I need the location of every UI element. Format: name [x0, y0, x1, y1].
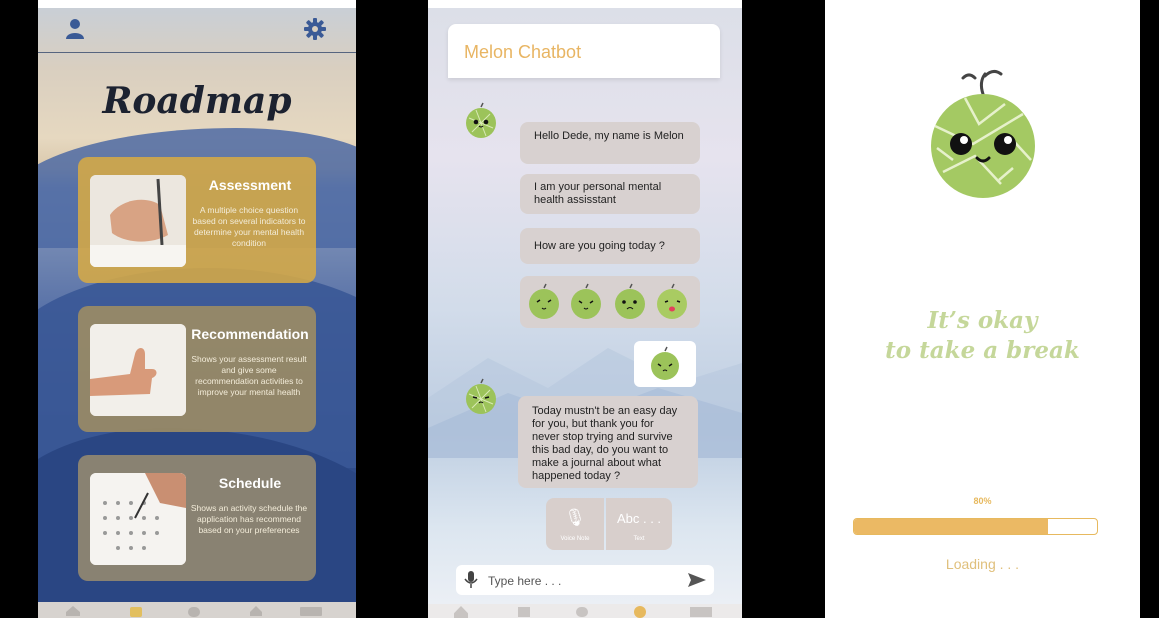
text-label: Text — [633, 536, 645, 542]
emoji-picker — [520, 276, 700, 328]
schedule-title: Schedule — [218, 475, 282, 491]
roadmap-icon[interactable] — [130, 607, 142, 617]
schedule-photo — [90, 473, 186, 565]
melon-avatar-icon — [466, 378, 496, 414]
voice-note-option[interactable]: 🎙 Voice Note — [546, 498, 604, 550]
chat-icon[interactable] — [188, 607, 200, 617]
message-text: Hello Dede, my name is Melon — [534, 130, 684, 142]
recommendation-card[interactable]: Recommendation Shows your assessment res… — [78, 306, 316, 432]
break-message-line1: It’s okay — [927, 307, 1038, 334]
loading-screen: It’s okay to take a break 80% Loading . … — [825, 8, 1140, 618]
break-message: It’s okay to take a break — [825, 306, 1140, 366]
melon-avatar-icon — [466, 102, 496, 138]
user-icon[interactable] — [64, 18, 86, 40]
melon-nav-icon[interactable] — [634, 606, 646, 618]
text-option[interactable]: Abc . . . Text — [606, 498, 672, 550]
recommendation-photo — [90, 324, 186, 416]
message-text: I am your personal mental health assisst… — [534, 181, 662, 206]
voice-note-label: Voice Note — [560, 536, 590, 542]
send-icon[interactable] — [688, 573, 706, 587]
progress-fill — [854, 519, 1049, 534]
bot-message: I am your personal mental health assisst… — [520, 174, 700, 214]
phone-bezel — [742, 0, 825, 618]
bottom-nav — [38, 602, 356, 618]
journal-icon[interactable] — [250, 606, 262, 616]
phone-bezel — [356, 0, 428, 618]
progress-bar — [853, 518, 1098, 535]
roadmap-screen: Roadmap Assessment A multiple choice que… — [38, 8, 356, 618]
calendar-icon[interactable] — [300, 607, 322, 616]
message-input[interactable] — [486, 570, 670, 592]
page-title: Roadmap — [102, 80, 292, 122]
break-message-line2: to take a break — [885, 337, 1080, 364]
bot-message: How are you going today ? — [520, 228, 700, 264]
recommendation-description: Shows your assessment result and give so… — [191, 354, 307, 397]
assessment-title: Assessment — [208, 177, 292, 193]
calendar-icon[interactable] — [690, 607, 712, 617]
assessment-photo — [90, 175, 186, 267]
phone-bezel — [1140, 0, 1159, 618]
progress-percent: 80% — [973, 496, 992, 506]
phone-bezel — [0, 0, 38, 618]
chatbot-screen: Melon Chatbot Hello Dede, my name is Mel… — [428, 8, 742, 618]
recommendation-title: Recommendation — [191, 326, 309, 342]
melon-emoji-icon — [651, 346, 679, 380]
home-icon[interactable] — [454, 606, 468, 618]
roadmap-icon[interactable] — [518, 607, 530, 617]
schedule-description: Shows an activity schedule the applicati… — [190, 503, 308, 535]
chat-title: Melon Chatbot — [464, 42, 582, 62]
message-composer — [456, 565, 714, 595]
schedule-card[interactable]: Schedule Shows an activity schedule the … — [78, 455, 316, 581]
melon-emoji-icon — [529, 283, 559, 319]
chat-header: Melon Chatbot — [448, 24, 720, 78]
bottom-nav — [428, 604, 742, 618]
header-divider — [38, 52, 356, 53]
gear-icon[interactable] — [304, 18, 326, 40]
bot-message: Today mustn't be an easy day for you, bu… — [518, 396, 698, 488]
text-option-glyph: Abc . . . — [616, 511, 662, 526]
message-text: How are you going today ? — [534, 240, 665, 252]
bot-message: Hello Dede, my name is Melon — [520, 122, 700, 164]
assessment-description: A multiple choice question based on seve… — [192, 205, 306, 248]
microphone-icon[interactable] — [464, 571, 478, 589]
user-message — [634, 341, 696, 387]
melon-mascot-icon — [931, 69, 1035, 198]
microphone-icon: 🎙 — [564, 508, 586, 527]
assessment-card[interactable]: Assessment A multiple choice question ba… — [78, 157, 316, 283]
settings-icon[interactable] — [576, 607, 588, 617]
loading-text: Loading . . . — [945, 556, 1020, 572]
message-text: Today mustn't be an easy day for you, bu… — [532, 405, 678, 482]
home-icon[interactable] — [66, 606, 80, 616]
